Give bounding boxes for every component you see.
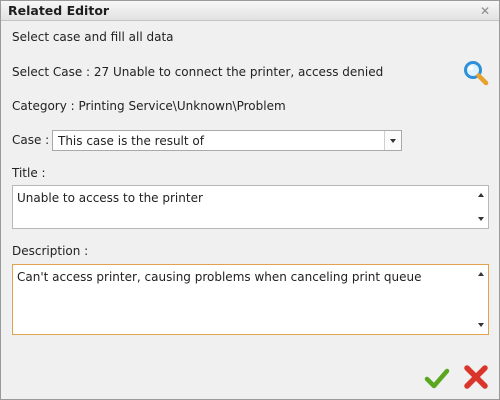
- window-title: Related Editor: [8, 3, 110, 18]
- case-combobox[interactable]: This case is the result of: [52, 130, 402, 151]
- scroll-up-icon[interactable]: [478, 272, 484, 276]
- description-label: Description :: [12, 244, 89, 258]
- ok-checkmark-icon[interactable]: [424, 366, 450, 390]
- title-textarea[interactable]: Unable to access to the printer: [12, 185, 489, 229]
- chevron-down-icon[interactable]: [384, 131, 401, 150]
- titlebar[interactable]: Related Editor ✕: [1, 1, 499, 21]
- case-combobox-value: This case is the result of: [58, 134, 204, 148]
- title-label: Title :: [12, 166, 46, 180]
- title-textarea-value: Unable to access to the printer: [17, 191, 203, 205]
- description-scrollbar[interactable]: [473, 265, 488, 334]
- cancel-x-icon[interactable]: [462, 363, 490, 391]
- scroll-down-icon[interactable]: [478, 323, 484, 327]
- related-editor-window: Related Editor ✕ Select case and fill al…: [0, 0, 500, 400]
- scroll-up-icon[interactable]: [478, 193, 484, 197]
- description-textarea[interactable]: Can't access printer, causing problems w…: [12, 264, 489, 335]
- search-icon[interactable]: [462, 59, 490, 87]
- instruction-text: Select case and fill all data: [12, 30, 174, 44]
- case-label: Case :: [12, 133, 50, 147]
- description-textarea-value: Can't access printer, causing problems w…: [17, 270, 422, 284]
- title-scrollbar[interactable]: [473, 186, 488, 228]
- selected-case-text: Select Case : 27 Unable to connect the p…: [12, 65, 384, 79]
- category-text: Category : Printing Service\Unknown\Prob…: [12, 99, 286, 113]
- close-icon[interactable]: ✕: [478, 4, 492, 18]
- scroll-down-icon[interactable]: [478, 217, 484, 221]
